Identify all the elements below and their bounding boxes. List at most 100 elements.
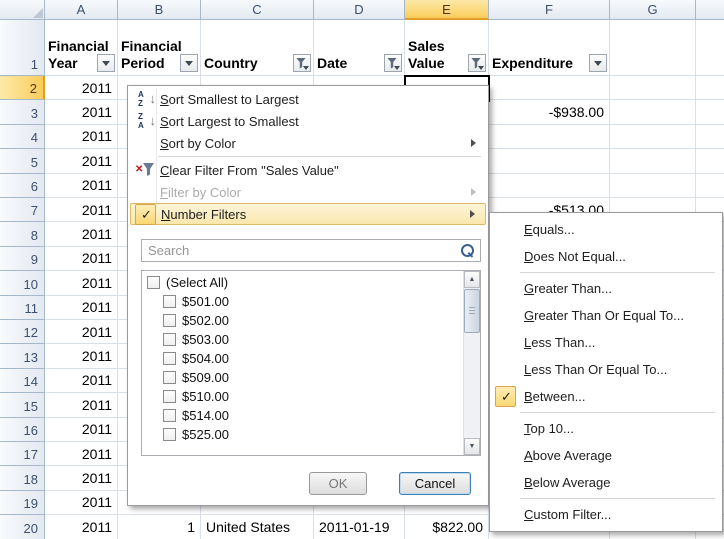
header-cell-C1[interactable]: Country bbox=[201, 20, 314, 76]
cell-G2[interactable] bbox=[610, 76, 696, 100]
filter-button-a[interactable] bbox=[97, 54, 115, 72]
checkbox-icon[interactable] bbox=[163, 371, 176, 384]
cell-A18[interactable]: 2011 bbox=[45, 466, 118, 490]
cell-H6[interactable] bbox=[696, 174, 724, 198]
filter-button-e[interactable] bbox=[468, 54, 486, 72]
column-header-G[interactable]: G bbox=[610, 0, 696, 20]
select-all-corner[interactable] bbox=[0, 0, 45, 20]
cell-F2[interactable] bbox=[489, 76, 610, 100]
column-header-E[interactable]: E bbox=[405, 0, 489, 20]
row-header-20[interactable]: 20 bbox=[0, 515, 45, 539]
scrollbar-thumb[interactable] bbox=[464, 289, 480, 333]
search-input[interactable] bbox=[141, 239, 481, 262]
checkbox-icon[interactable] bbox=[163, 352, 176, 365]
filter-button-b[interactable] bbox=[180, 54, 198, 72]
cell-A10[interactable]: 2011 bbox=[45, 271, 118, 295]
row-header-19[interactable]: 19 bbox=[0, 491, 45, 515]
menu-item-sort-smallest-to-largest[interactable]: AZ↓ Sort Smallest to Largest bbox=[130, 88, 486, 110]
cell-A7[interactable]: 2011 bbox=[45, 198, 118, 222]
row-header-14[interactable]: 14 bbox=[0, 369, 45, 393]
row-header-4[interactable]: 4 bbox=[0, 125, 45, 149]
row-header-10[interactable]: 10 bbox=[0, 271, 45, 295]
header-cell-A1[interactable]: Financial Year bbox=[45, 20, 118, 76]
row-header-1[interactable]: 1 bbox=[0, 20, 45, 76]
cell-A15[interactable]: 2011 bbox=[45, 393, 118, 417]
filter-value-item[interactable]: $525.00 bbox=[142, 425, 463, 444]
cell-E20[interactable]: $822.00 bbox=[405, 515, 489, 539]
header-cell-D1[interactable]: Date bbox=[314, 20, 405, 76]
cell-B20[interactable]: 1 bbox=[118, 515, 201, 539]
row-header-16[interactable]: 16 bbox=[0, 418, 45, 442]
cell-G6[interactable] bbox=[610, 174, 696, 198]
checkbox-icon[interactable] bbox=[163, 314, 176, 327]
cell-A14[interactable]: 2011 bbox=[45, 369, 118, 393]
row-header-5[interactable]: 5 bbox=[0, 149, 45, 173]
cell-D20[interactable]: 2011-01-19 bbox=[314, 515, 405, 539]
cell-A8[interactable]: 2011 bbox=[45, 222, 118, 246]
header-cell-G1[interactable] bbox=[610, 20, 696, 76]
cell-G4[interactable] bbox=[610, 125, 696, 149]
number-filter-option[interactable]: Above Average bbox=[490, 442, 722, 469]
filter-value-item[interactable]: $514.00 bbox=[142, 406, 463, 425]
row-header-11[interactable]: 11 bbox=[0, 296, 45, 320]
checkbox-icon[interactable] bbox=[163, 428, 176, 441]
scrollbar[interactable]: ▲ ▼ bbox=[463, 271, 480, 455]
header-cell-F1[interactable]: Expenditure bbox=[489, 20, 610, 76]
cell-H5[interactable] bbox=[696, 149, 724, 173]
filter-button-c[interactable] bbox=[293, 54, 311, 72]
filter-value-item[interactable]: $501.00 bbox=[142, 292, 463, 311]
cell-G5[interactable] bbox=[610, 149, 696, 173]
filter-value-item[interactable]: $504.00 bbox=[142, 349, 463, 368]
checkbox-icon[interactable] bbox=[163, 333, 176, 346]
row-header-6[interactable]: 6 bbox=[0, 174, 45, 198]
cell-G3[interactable] bbox=[610, 100, 696, 124]
cell-A5[interactable]: 2011 bbox=[45, 149, 118, 173]
header-cell-B1[interactable]: Financial Period bbox=[118, 20, 201, 76]
cell-H4[interactable] bbox=[696, 125, 724, 149]
ok-button[interactable]: OK bbox=[309, 472, 367, 495]
cell-F6[interactable] bbox=[489, 174, 610, 198]
scroll-up-icon[interactable]: ▲ bbox=[464, 271, 480, 288]
row-header-3[interactable]: 3 bbox=[0, 100, 45, 124]
column-header-D[interactable]: D bbox=[314, 0, 405, 20]
filter-button-d[interactable] bbox=[384, 54, 402, 72]
scroll-down-icon[interactable]: ▼ bbox=[464, 438, 480, 455]
column-header-C[interactable]: C bbox=[201, 0, 314, 20]
cell-C20[interactable]: United States bbox=[201, 515, 314, 539]
row-header-15[interactable]: 15 bbox=[0, 393, 45, 417]
menu-item-sort-by-color[interactable]: Sort by Color bbox=[130, 132, 486, 154]
row-header-7[interactable]: 7 bbox=[0, 198, 45, 222]
column-header-H[interactable] bbox=[696, 0, 724, 20]
cell-A12[interactable]: 2011 bbox=[45, 320, 118, 344]
number-filter-option[interactable]: Does Not Equal... bbox=[490, 243, 722, 270]
column-header-B[interactable]: B bbox=[118, 0, 201, 20]
cancel-button[interactable]: Cancel bbox=[399, 472, 471, 495]
row-header-13[interactable]: 13 bbox=[0, 344, 45, 368]
cell-F5[interactable] bbox=[489, 149, 610, 173]
header-cell-H1[interactable] bbox=[696, 20, 724, 76]
number-filter-option[interactable]: Less Than Or Equal To... bbox=[490, 356, 722, 383]
cell-A20[interactable]: 2011 bbox=[45, 515, 118, 539]
number-filter-option[interactable]: Greater Than... bbox=[490, 275, 722, 302]
menu-item-number-filters[interactable]: Number Filters bbox=[130, 203, 486, 225]
menu-item-clear-filter[interactable]: ✕ Clear Filter From "Sales Value" bbox=[130, 159, 486, 181]
filter-value-item[interactable]: $510.00 bbox=[142, 387, 463, 406]
column-header-F[interactable]: F bbox=[489, 0, 610, 20]
checkbox-icon[interactable] bbox=[163, 295, 176, 308]
filter-value-item[interactable]: $502.00 bbox=[142, 311, 463, 330]
header-cell-E1[interactable]: Sales Value bbox=[405, 20, 489, 76]
filter-value-item[interactable]: $509.00 bbox=[142, 368, 463, 387]
cell-A9[interactable]: 2011 bbox=[45, 247, 118, 271]
filter-value-item[interactable]: (Select All) bbox=[142, 273, 463, 292]
number-filter-option[interactable]: Equals... bbox=[490, 216, 722, 243]
number-filter-option[interactable]: Custom Filter... bbox=[490, 501, 722, 528]
number-filter-option[interactable]: Below Average bbox=[490, 469, 722, 496]
search-icon[interactable] bbox=[461, 244, 474, 257]
checkbox-icon[interactable] bbox=[163, 409, 176, 422]
cell-H3[interactable] bbox=[696, 100, 724, 124]
cell-H2[interactable] bbox=[696, 76, 724, 100]
checkbox-icon[interactable] bbox=[163, 390, 176, 403]
row-header-8[interactable]: 8 bbox=[0, 222, 45, 246]
cell-A4[interactable]: 2011 bbox=[45, 125, 118, 149]
number-filter-option[interactable]: Between... bbox=[490, 383, 722, 410]
